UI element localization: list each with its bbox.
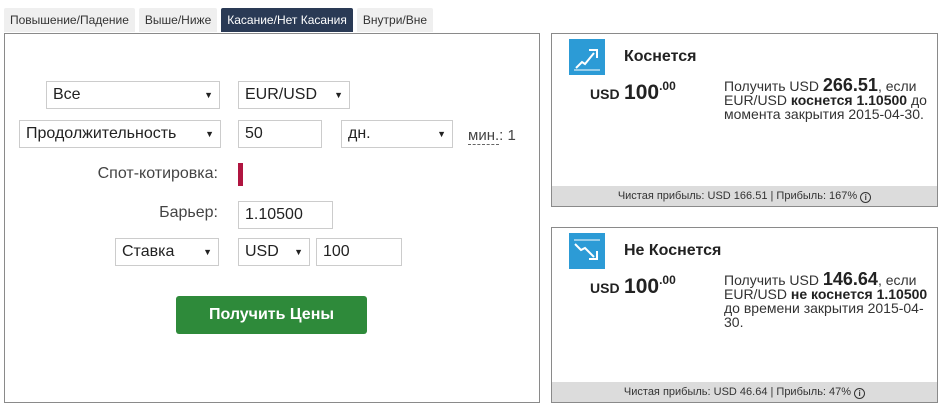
- min-duration-label: мин.: 1: [468, 127, 516, 145]
- dropdown-arrow-icon: ▼: [204, 90, 213, 100]
- barrier-input[interactable]: 1.10500: [238, 201, 333, 229]
- stake-amount: USD 100.00: [590, 273, 676, 299]
- touch-result-card: Коснется USD 100.00 Получить USD 266.51,…: [551, 33, 938, 207]
- spot-indicator: [238, 163, 243, 186]
- no-touch-chart-icon: [569, 233, 605, 269]
- stake-cents: .00: [659, 79, 676, 93]
- duration-unit-value: дн.: [348, 125, 371, 142]
- contract-type-tabs: Повышение/Падение Выше/Ниже Касание/Нет …: [4, 8, 434, 34]
- payout-description: Получить USD 146.64, если EUR/USD не кос…: [724, 270, 934, 330]
- profit-footer: Чистая прибыль: USD 46.64 | Прибыль: 47%…: [552, 382, 937, 402]
- profit-text: Чистая прибыль: USD 46.64 | Прибыль: 47%: [623, 386, 852, 398]
- info-icon[interactable]: i: [860, 192, 872, 203]
- no-touch-result-card: Не Коснется USD 100.00 Получить USD 146.…: [551, 227, 938, 403]
- profit-text: Чистая прибыль: USD 166.51 | Прибыль: 16…: [617, 190, 858, 202]
- tab-in-out[interactable]: Внутри/Вне: [356, 8, 434, 32]
- asset-select-value: EUR/USD: [245, 86, 318, 103]
- min-duration-hint[interactable]: мин.: [468, 127, 500, 145]
- dropdown-arrow-icon: ▼: [205, 129, 214, 139]
- stake-currency: USD: [590, 280, 620, 296]
- duration-type-value: Продолжительность: [26, 125, 177, 142]
- trade-form-panel: Все ▼ EUR/USD ▼ Продолжительность ▼ 50 д…: [4, 33, 540, 403]
- min-duration-value: : 1: [499, 127, 516, 144]
- dropdown-arrow-icon: ▼: [294, 247, 303, 257]
- duration-type-select[interactable]: Продолжительность ▼: [19, 120, 221, 148]
- dropdown-arrow-icon: ▼: [334, 90, 343, 100]
- market-select-value: Все: [53, 86, 81, 103]
- desc-text: до времени закрытия 2015-04-30.: [724, 300, 924, 330]
- asset-select[interactable]: EUR/USD ▼: [238, 81, 350, 109]
- amount-input[interactable]: 100: [316, 238, 402, 266]
- stake-currency: USD: [590, 86, 620, 102]
- stake-amount: USD 100.00: [590, 79, 676, 105]
- barrier-label: Барьер:: [159, 204, 218, 221]
- basis-select-value: Ставка: [122, 243, 175, 260]
- dropdown-arrow-icon: ▼: [437, 129, 446, 139]
- market-select[interactable]: Все ▼: [46, 81, 220, 109]
- profit-footer: Чистая прибыль: USD 166.51 | Прибыль: 16…: [552, 186, 937, 206]
- get-prices-button[interactable]: Получить Цены: [176, 296, 367, 334]
- tab-rise-fall[interactable]: Повышение/Падение: [4, 8, 135, 32]
- card-title: Коснется: [624, 48, 697, 65]
- payout-description: Получить USD 266.51, если EUR/USD коснет…: [724, 76, 934, 121]
- stake-value: 100: [624, 81, 660, 104]
- card-title: Не Коснется: [624, 242, 722, 259]
- stake-cents: .00: [659, 273, 676, 287]
- spot-label: Спот-котировка:: [97, 165, 218, 182]
- currency-select-value: USD: [245, 243, 279, 260]
- tab-touch-no-touch[interactable]: Касание/Нет Касания: [221, 8, 353, 32]
- duration-unit-select[interactable]: дн. ▼: [341, 120, 453, 148]
- currency-select[interactable]: USD ▼: [238, 238, 310, 266]
- touch-chart-icon: [569, 39, 605, 75]
- tab-higher-lower[interactable]: Выше/Ниже: [138, 8, 218, 32]
- stake-value: 100: [624, 275, 660, 298]
- duration-input[interactable]: 50: [238, 120, 322, 148]
- basis-select[interactable]: Ставка ▼: [115, 238, 219, 266]
- info-icon[interactable]: i: [854, 388, 866, 399]
- dropdown-arrow-icon: ▼: [203, 247, 212, 257]
